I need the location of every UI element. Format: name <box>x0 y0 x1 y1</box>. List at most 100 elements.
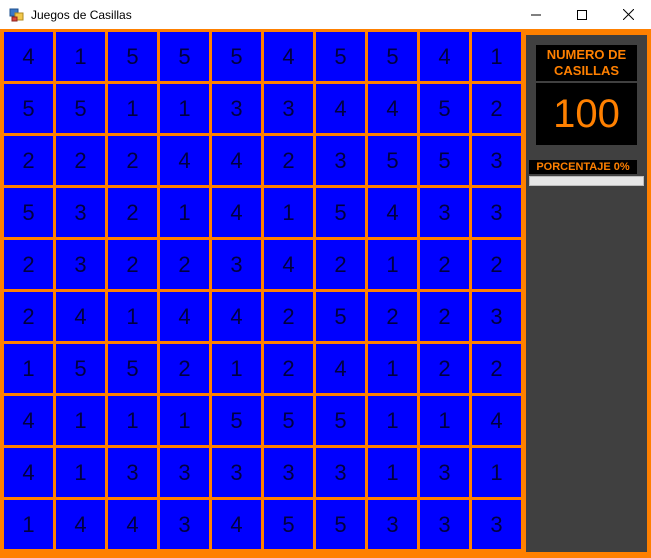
board-cell[interactable]: 5 <box>264 396 313 445</box>
board-cell[interactable]: 4 <box>212 292 261 341</box>
board-cell[interactable]: 3 <box>420 448 469 497</box>
board-cell[interactable]: 4 <box>316 84 365 133</box>
board-cell[interactable]: 2 <box>4 240 53 289</box>
board-cell[interactable]: 1 <box>368 240 417 289</box>
board-cell[interactable]: 5 <box>4 84 53 133</box>
board-cell[interactable]: 1 <box>368 344 417 393</box>
board-cell[interactable]: 1 <box>472 448 521 497</box>
board-cell[interactable]: 5 <box>264 500 313 549</box>
board-cell[interactable]: 5 <box>160 32 209 81</box>
board-cell[interactable]: 2 <box>56 136 105 185</box>
board-cell[interactable]: 4 <box>368 84 417 133</box>
board-cell[interactable]: 5 <box>56 344 105 393</box>
board-cell[interactable]: 2 <box>4 136 53 185</box>
board-cell[interactable]: 3 <box>212 84 261 133</box>
board-cell[interactable]: 2 <box>420 344 469 393</box>
board-cell[interactable]: 3 <box>472 188 521 237</box>
board-cell[interactable]: 1 <box>160 396 209 445</box>
board-cell[interactable]: 5 <box>108 344 157 393</box>
board-cell[interactable]: 3 <box>160 500 209 549</box>
board-cell[interactable]: 1 <box>368 396 417 445</box>
board-cell[interactable]: 2 <box>472 240 521 289</box>
board-cell[interactable]: 3 <box>368 500 417 549</box>
board-cell[interactable]: 3 <box>108 448 157 497</box>
board-cell[interactable]: 5 <box>420 136 469 185</box>
board-cell[interactable]: 5 <box>108 32 157 81</box>
board-cell[interactable]: 2 <box>420 240 469 289</box>
board-cell[interactable]: 1 <box>160 188 209 237</box>
board-cell[interactable]: 2 <box>264 292 313 341</box>
board-cell[interactable]: 4 <box>212 500 261 549</box>
board-cell[interactable]: 4 <box>264 240 313 289</box>
board-cell[interactable]: 4 <box>264 32 313 81</box>
board-cell[interactable]: 1 <box>56 448 105 497</box>
board-cell[interactable]: 3 <box>316 448 365 497</box>
board-cell[interactable]: 4 <box>160 292 209 341</box>
board-cell[interactable]: 5 <box>56 84 105 133</box>
board-cell[interactable]: 4 <box>420 32 469 81</box>
board-cell[interactable]: 5 <box>368 32 417 81</box>
board-cell[interactable]: 1 <box>4 344 53 393</box>
board-cell[interactable]: 1 <box>56 396 105 445</box>
board-cell[interactable]: 3 <box>420 188 469 237</box>
board-cell[interactable]: 5 <box>212 32 261 81</box>
board-cell[interactable]: 3 <box>56 188 105 237</box>
board-cell[interactable]: 1 <box>160 84 209 133</box>
board-cell[interactable]: 1 <box>108 292 157 341</box>
board-cell[interactable]: 5 <box>316 396 365 445</box>
board-cell[interactable]: 1 <box>212 344 261 393</box>
board-cell[interactable]: 5 <box>316 32 365 81</box>
board-cell[interactable]: 2 <box>4 292 53 341</box>
board-cell[interactable]: 2 <box>420 292 469 341</box>
board-cell[interactable]: 2 <box>108 240 157 289</box>
board-cell[interactable]: 5 <box>420 84 469 133</box>
board-cell[interactable]: 3 <box>472 292 521 341</box>
board-cell[interactable]: 1 <box>56 32 105 81</box>
board-cell[interactable]: 4 <box>56 500 105 549</box>
board-cell[interactable]: 1 <box>264 188 313 237</box>
board-cell[interactable]: 4 <box>4 32 53 81</box>
maximize-button[interactable] <box>559 0 605 29</box>
board-cell[interactable]: 1 <box>4 500 53 549</box>
board-cell[interactable]: 2 <box>264 344 313 393</box>
board-cell[interactable]: 3 <box>212 240 261 289</box>
board-cell[interactable]: 1 <box>472 32 521 81</box>
board-cell[interactable]: 4 <box>212 136 261 185</box>
board-cell[interactable]: 3 <box>56 240 105 289</box>
board-cell[interactable]: 1 <box>108 396 157 445</box>
board-cell[interactable]: 5 <box>368 136 417 185</box>
close-button[interactable] <box>605 0 651 29</box>
board-cell[interactable]: 1 <box>368 448 417 497</box>
board-cell[interactable]: 4 <box>108 500 157 549</box>
board-cell[interactable]: 4 <box>160 136 209 185</box>
board-cell[interactable]: 2 <box>160 240 209 289</box>
board-cell[interactable]: 5 <box>316 500 365 549</box>
board-cell[interactable]: 2 <box>472 344 521 393</box>
board-cell[interactable]: 4 <box>368 188 417 237</box>
board-cell[interactable]: 2 <box>472 84 521 133</box>
board-cell[interactable]: 4 <box>4 448 53 497</box>
board-cell[interactable]: 4 <box>316 344 365 393</box>
board-cell[interactable]: 5 <box>316 188 365 237</box>
board-cell[interactable]: 4 <box>56 292 105 341</box>
board-cell[interactable]: 1 <box>108 84 157 133</box>
board-cell[interactable]: 2 <box>108 136 157 185</box>
board-cell[interactable]: 4 <box>4 396 53 445</box>
board-cell[interactable]: 2 <box>264 136 313 185</box>
board-cell[interactable]: 3 <box>472 500 521 549</box>
board-cell[interactable]: 3 <box>160 448 209 497</box>
board-cell[interactable]: 5 <box>4 188 53 237</box>
board-cell[interactable]: 2 <box>108 188 157 237</box>
board-cell[interactable]: 3 <box>420 500 469 549</box>
board-cell[interactable]: 3 <box>316 136 365 185</box>
board-cell[interactable]: 1 <box>420 396 469 445</box>
minimize-button[interactable] <box>513 0 559 29</box>
board-cell[interactable]: 3 <box>212 448 261 497</box>
board-cell[interactable]: 5 <box>316 292 365 341</box>
board-cell[interactable]: 2 <box>316 240 365 289</box>
board-cell[interactable]: 3 <box>264 448 313 497</box>
board-cell[interactable]: 3 <box>264 84 313 133</box>
board-cell[interactable]: 2 <box>160 344 209 393</box>
board-cell[interactable]: 2 <box>368 292 417 341</box>
board-cell[interactable]: 5 <box>212 396 261 445</box>
